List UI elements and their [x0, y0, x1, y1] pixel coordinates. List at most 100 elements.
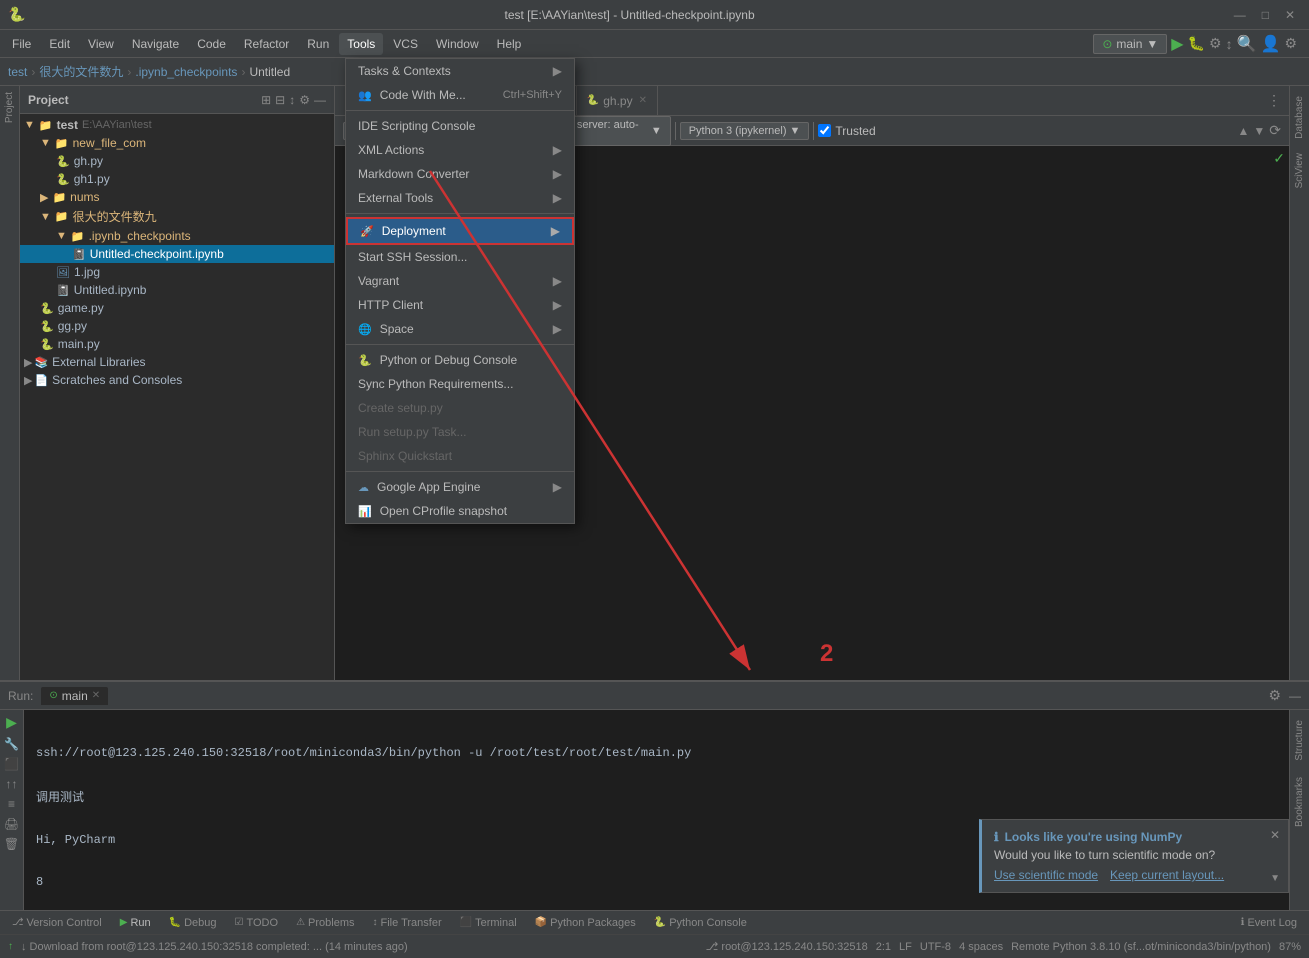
- menu-item-markdown[interactable]: Markdown Converter ▶: [346, 162, 574, 186]
- bottom-tab-python-console[interactable]: 🐍 Python Console: [646, 915, 755, 931]
- git-update-button[interactable]: ↕: [1226, 36, 1233, 52]
- structure-tab[interactable]: Structure: [1292, 714, 1307, 767]
- menu-help[interactable]: Help: [489, 33, 530, 55]
- tree-item-checkpoints[interactable]: ▼ 📁 .ipynb_checkpoints: [20, 227, 334, 245]
- breadcrumb-test[interactable]: test: [8, 65, 27, 79]
- bottom-tab-python-packages[interactable]: 📦 Python Packages: [527, 915, 644, 931]
- run-wrench-btn[interactable]: 🔧: [4, 737, 19, 751]
- menu-item-cprofile[interactable]: 📊 Open CProfile snapshot: [346, 499, 574, 523]
- project-expand-all[interactable]: ⊞: [261, 93, 271, 107]
- menu-navigate[interactable]: Navigate: [124, 33, 187, 55]
- tree-item-scratches[interactable]: ▶ 📄 Scratches and Consoles: [20, 371, 334, 389]
- database-tab[interactable]: Database: [1292, 90, 1307, 145]
- breadcrumb-files[interactable]: 很大的文件数九: [39, 63, 123, 80]
- run-print-btn[interactable]: 🖨: [4, 817, 19, 831]
- tree-item-untitled-ipynb[interactable]: 📓 Untitled.ipynb: [20, 281, 334, 299]
- menu-item-python-console[interactable]: 🐍 Python or Debug Console: [346, 348, 574, 372]
- tree-item-gh1-py[interactable]: 🐍 gh1.py: [20, 170, 334, 188]
- coverage-button[interactable]: ⚙: [1209, 35, 1222, 52]
- run-profile-dropdown[interactable]: ⊙ main ▼: [1093, 34, 1167, 54]
- menu-item-code-with-me[interactable]: 👥 Code With Me... Ctrl+Shift+Y: [346, 83, 574, 107]
- status-lf[interactable]: LF: [899, 941, 912, 953]
- status-git[interactable]: ⎇ root@123.125.240.150:32518: [706, 940, 868, 953]
- run-tab-main[interactable]: ⊙ main ✕: [41, 687, 108, 705]
- menu-item-xml-actions[interactable]: XML Actions ▶: [346, 138, 574, 162]
- tree-item-gg-py[interactable]: 🐍 gg.py: [20, 317, 334, 335]
- menu-code[interactable]: Code: [189, 33, 234, 55]
- tab-close-3[interactable]: ✕: [639, 95, 647, 106]
- nb-nav-up[interactable]: ▲: [1237, 124, 1249, 138]
- tree-item-nums[interactable]: ▶ 📁 nums: [20, 188, 334, 206]
- close-button[interactable]: ✕: [1279, 6, 1301, 24]
- menu-item-http-client[interactable]: HTTP Client ▶: [346, 293, 574, 317]
- project-settings[interactable]: ⚙: [299, 93, 310, 107]
- sciview-tab[interactable]: SciView: [1292, 147, 1307, 194]
- run-tab-close[interactable]: ✕: [92, 690, 100, 701]
- run-clear-btn[interactable]: 🗑: [4, 837, 19, 851]
- project-panel-tab[interactable]: Project: [2, 86, 17, 129]
- keep-current-layout-link[interactable]: Keep current layout...: [1110, 868, 1224, 882]
- run-stop-btn[interactable]: ⬛: [4, 757, 19, 771]
- menu-vcs[interactable]: VCS: [385, 33, 426, 55]
- use-scientific-mode-link[interactable]: Use scientific mode: [994, 868, 1098, 882]
- run-settings[interactable]: ⚙: [1268, 687, 1281, 704]
- bottom-tab-todo[interactable]: ☑ TODO: [227, 915, 287, 931]
- search-button[interactable]: 🔍: [1237, 34, 1257, 54]
- menu-item-tasks[interactable]: Tasks & Contexts ▶: [346, 59, 574, 83]
- project-collapse-all[interactable]: ⊟: [275, 93, 285, 107]
- nb-kernel[interactable]: Python 3 (ipykernel) ▼: [680, 122, 810, 140]
- user-button[interactable]: 👤: [1261, 34, 1281, 54]
- bookmarks-tab[interactable]: Bookmarks: [1292, 771, 1307, 833]
- run-minimize[interactable]: —: [1289, 689, 1301, 703]
- tree-item-big-files[interactable]: ▼ 📁 很大的文件数九: [20, 206, 334, 227]
- status-line-sep[interactable]: 87%: [1279, 941, 1301, 953]
- tab-ghpy[interactable]: 🐍 gh.py ✕: [577, 86, 658, 116]
- nb-more[interactable]: ⟳: [1269, 122, 1281, 139]
- tree-item-external-libs[interactable]: ▶ 📚 External Libraries: [20, 353, 334, 371]
- bottom-tab-run[interactable]: ▶ Run: [112, 915, 159, 931]
- bottom-tab-terminal[interactable]: ⬛ Terminal: [452, 915, 525, 931]
- bottom-tab-debug[interactable]: 🐛 Debug: [161, 915, 225, 931]
- project-sort[interactable]: ↕: [289, 93, 295, 107]
- status-spaces[interactable]: 4 spaces: [959, 941, 1003, 953]
- maximize-button[interactable]: □: [1256, 6, 1275, 24]
- nb-nav-down[interactable]: ▼: [1253, 124, 1265, 138]
- tree-item-main-py[interactable]: 🐍 main.py: [20, 335, 334, 353]
- menu-item-deployment[interactable]: 🚀 Deployment ▶: [346, 217, 574, 245]
- settings-gear[interactable]: ⚙: [1284, 35, 1297, 52]
- menu-refactor[interactable]: Refactor: [236, 33, 297, 55]
- debug-button[interactable]: 🐛: [1188, 35, 1205, 52]
- menu-item-space[interactable]: 🌐 Space ▶: [346, 317, 574, 341]
- bottom-tab-event-log[interactable]: ℹ Event Log: [1233, 915, 1305, 931]
- status-pos[interactable]: 2:1: [876, 941, 891, 953]
- minimize-button[interactable]: —: [1228, 6, 1252, 24]
- menu-window[interactable]: Window: [428, 33, 487, 55]
- bottom-tab-problems[interactable]: ⚠ Problems: [288, 915, 362, 931]
- run-scroll-up[interactable]: ↑↑: [6, 777, 18, 791]
- menu-file[interactable]: File: [4, 33, 39, 55]
- notification-close-btn[interactable]: ✕: [1270, 828, 1280, 842]
- bottom-tab-file-transfer[interactable]: ↕ File Transfer: [365, 915, 450, 931]
- menu-view[interactable]: View: [80, 33, 122, 55]
- tree-item-1jpg[interactable]: 🖼 1.jpg: [20, 263, 334, 281]
- tree-item-test[interactable]: ▼ 📁 testE:\AAYian\test: [20, 116, 334, 134]
- menu-edit[interactable]: Edit: [41, 33, 78, 55]
- status-encoding[interactable]: UTF-8: [920, 941, 951, 953]
- tree-item-gh-py[interactable]: 🐍 gh.py: [20, 152, 334, 170]
- menu-item-external-tools[interactable]: External Tools ▶: [346, 186, 574, 210]
- run-button[interactable]: ▶: [1171, 34, 1183, 54]
- menu-item-sync-requirements[interactable]: Sync Python Requirements...: [346, 372, 574, 396]
- menu-item-vagrant[interactable]: Vagrant ▶: [346, 269, 574, 293]
- breadcrumb-checkpoints[interactable]: .ipynb_checkpoints: [135, 65, 237, 79]
- tree-item-new-file-com[interactable]: ▼ 📁 new_file_com: [20, 134, 334, 152]
- tree-item-game-py[interactable]: 🐍 game.py: [20, 299, 334, 317]
- notification-expand-btn[interactable]: ▼: [1270, 873, 1280, 884]
- project-minimize[interactable]: —: [314, 93, 326, 107]
- editor-actions-menu[interactable]: ⋮: [1259, 92, 1289, 109]
- menu-item-google-app-engine[interactable]: ☁ Google App Engine ▶: [346, 475, 574, 499]
- bottom-tab-version-control[interactable]: ⎇ Version Control: [4, 915, 110, 931]
- status-python[interactable]: Remote Python 3.8.10 (sf...ot/miniconda3…: [1011, 941, 1271, 953]
- nb-trusted-checkbox[interactable]: [818, 124, 831, 137]
- breadcrumb-untitled[interactable]: Untitled: [249, 65, 290, 79]
- menu-tools[interactable]: Tools: [339, 33, 383, 55]
